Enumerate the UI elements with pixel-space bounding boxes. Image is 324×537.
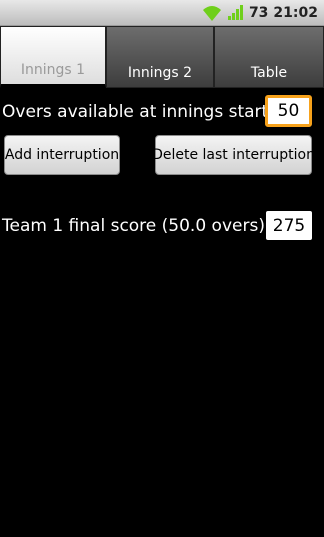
- tab-bar: Innings 1 Innings 2 Table: [0, 26, 324, 88]
- tab-innings-2[interactable]: Innings 2: [106, 26, 214, 88]
- delete-last-interruption-button[interactable]: Delete last interruption: [152, 135, 315, 175]
- status-bar: 73 21:02: [0, 0, 324, 26]
- wifi-icon: [202, 5, 221, 21]
- status-time: 21:02: [273, 4, 318, 21]
- tab-table[interactable]: Table: [214, 26, 324, 88]
- battery-level: 73: [248, 4, 269, 21]
- status-icons: 73 21:02: [201, 0, 318, 25]
- add-interruption-button[interactable]: Add interruption: [4, 135, 120, 175]
- tab-innings-1[interactable]: Innings 1: [0, 26, 106, 88]
- final-score-input[interactable]: 275: [266, 211, 312, 240]
- overs-input[interactable]: 50: [265, 95, 312, 127]
- overs-label: Overs available at innings start:: [2, 102, 274, 122]
- final-score-label: Team 1 final score (50.0 overs):: [2, 216, 271, 236]
- signal-icon: [227, 5, 243, 20]
